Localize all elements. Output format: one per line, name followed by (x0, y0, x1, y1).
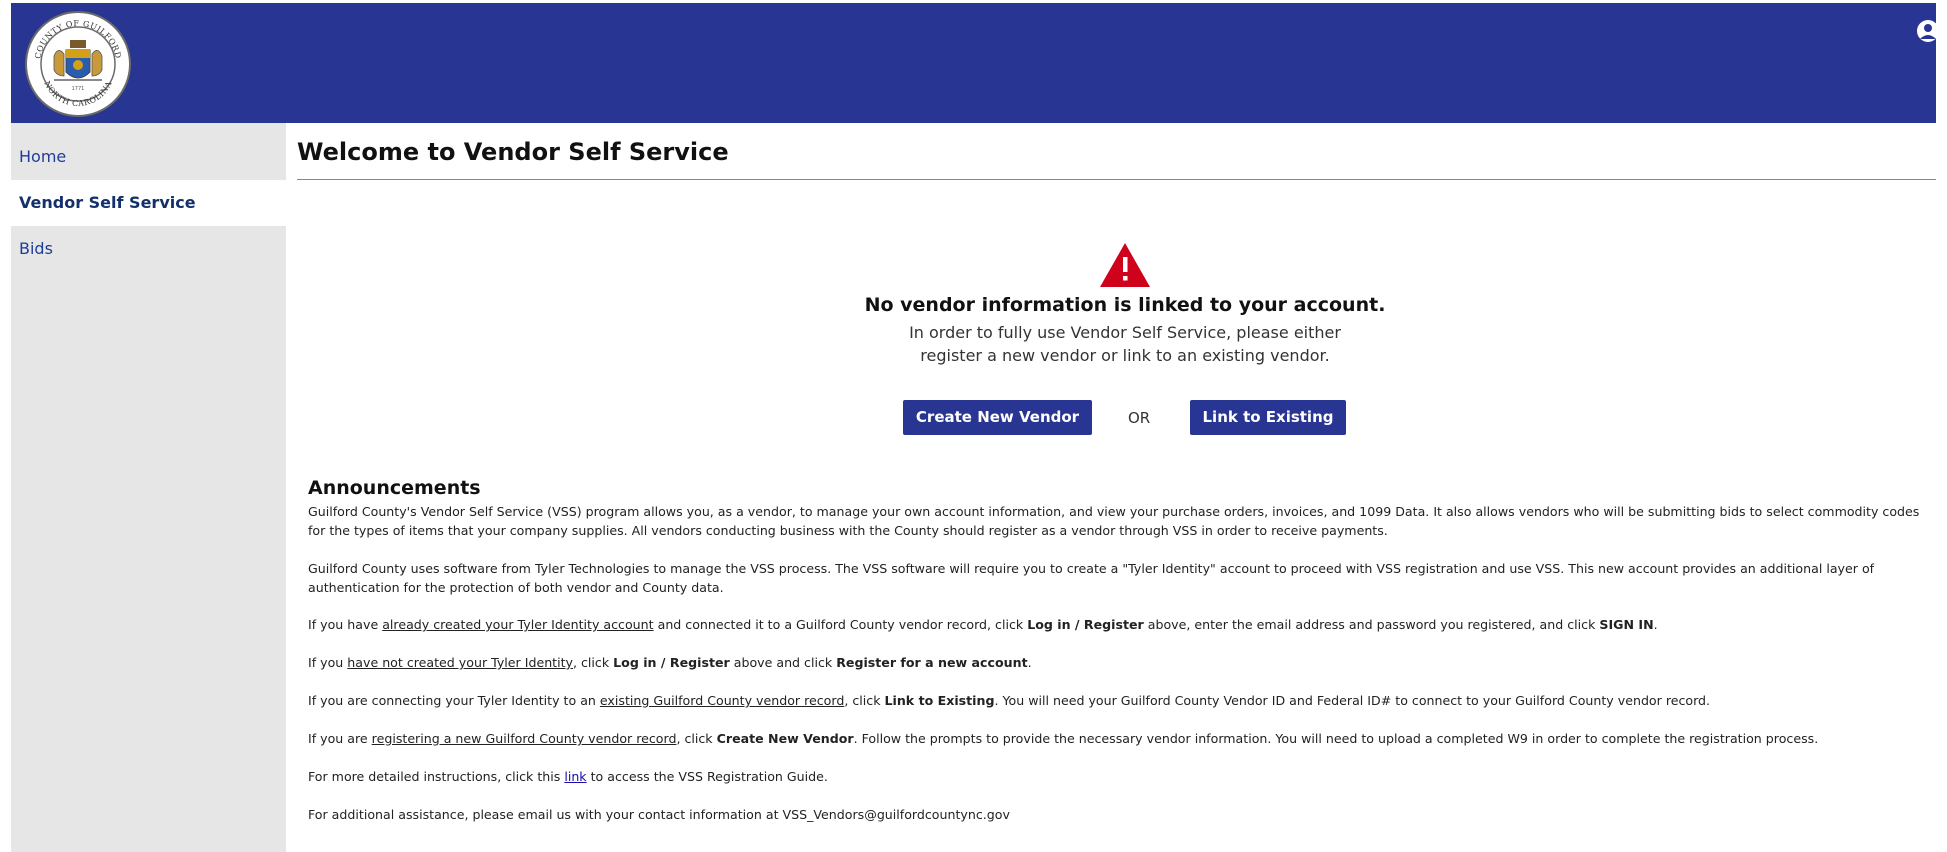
registering-new-vendor-record-text: registering a new Guilford County vendor… (371, 731, 677, 746)
existing-vendor-record-text: existing Guilford County vendor record (599, 693, 845, 708)
announcement-paragraph-1: Guilford County's Vendor Self Service (V… (308, 504, 1920, 538)
already-created-tyler-identity-text: already created your Tyler Identity acco… (382, 617, 654, 632)
county-seal-logo[interactable]: COUNTY OF GUILFORD NORTH CAROLINA 1771 (24, 10, 132, 118)
sidebar-item-home[interactable]: Home (11, 134, 286, 180)
announcement-paragraph-8: For additional assistance, please email … (308, 807, 1010, 822)
or-separator: OR (1128, 409, 1151, 427)
warning-icon (1100, 243, 1150, 287)
seal-year: 1771 (72, 86, 85, 92)
sidebar-item-bids[interactable]: Bids (11, 226, 286, 272)
warning-heading: No vendor information is linked to your … (864, 294, 1386, 316)
warning-text-line-1: In order to fully use Vendor Self Servic… (909, 323, 1341, 342)
announcement-paragraph-5: If you are connecting your Tyler Identit… (308, 693, 1711, 708)
create-new-vendor-button[interactable]: Create New Vendor (903, 400, 1092, 435)
announcement-paragraph-4: If you have not created your Tyler Ident… (308, 655, 1032, 670)
sidebar: Home Vendor Self Service Bids (11, 123, 286, 852)
announcement-paragraph-7: For more detailed instructions, click th… (308, 769, 828, 784)
link-to-existing-button[interactable]: Link to Existing (1190, 400, 1346, 435)
announcement-paragraph-3: If you have already created your Tyler I… (308, 617, 1658, 632)
user-icon[interactable] (1914, 18, 1936, 44)
warning-text-line-2: register a new vendor or link to an exis… (920, 346, 1330, 365)
have-not-created-tyler-identity-text: have not created your Tyler Identity (347, 655, 573, 670)
announcement-paragraph-6: If you are registering a new Guilford Co… (308, 731, 1819, 746)
page-title: Welcome to Vendor Self Service (297, 138, 729, 166)
sidebar-item-vendor-self-service[interactable]: Vendor Self Service (11, 180, 286, 226)
title-divider (297, 179, 1936, 180)
registration-guide-link[interactable]: link (564, 769, 586, 784)
header-bar: COUNTY OF GUILFORD NORTH CAROLINA 1771 (11, 3, 1936, 123)
announcement-paragraph-2: Guilford County uses software from Tyler… (308, 561, 1875, 595)
announcements-title: Announcements (308, 477, 481, 499)
